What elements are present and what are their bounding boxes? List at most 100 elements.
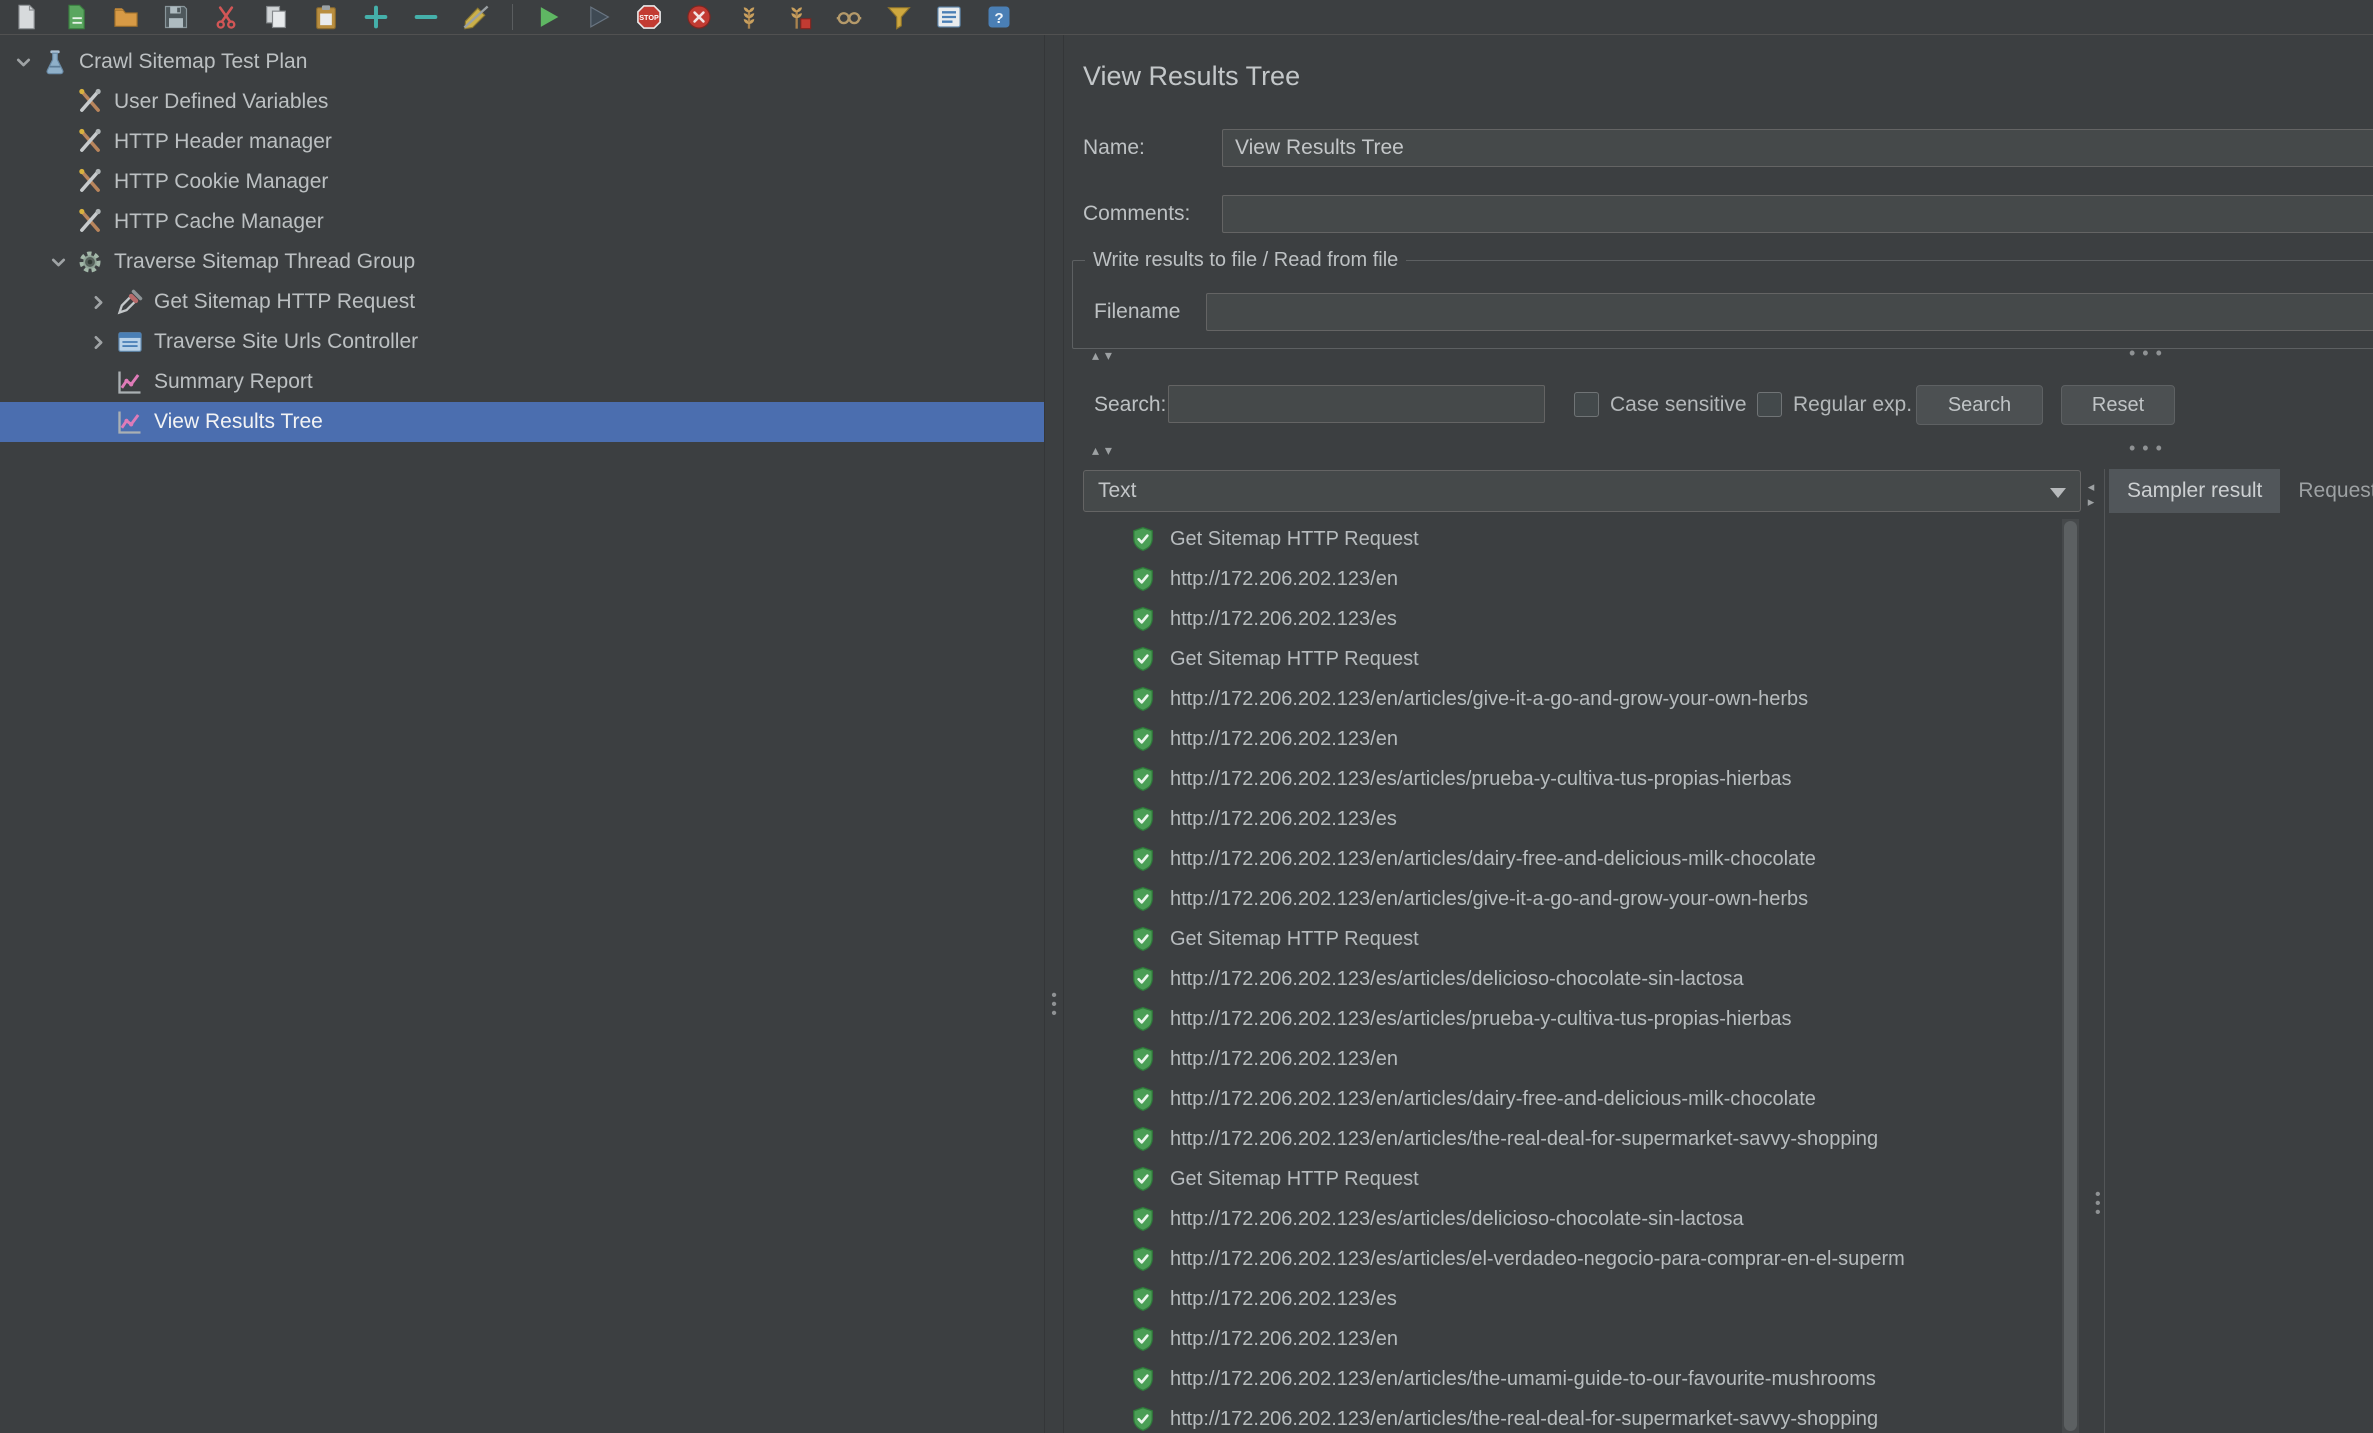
cut-icon[interactable] [212, 3, 240, 31]
result-item[interactable]: http://172.206.202.123/es/articles/el-ve… [1083, 1239, 2062, 1279]
result-item[interactable]: http://172.206.202.123/en [1083, 719, 2062, 759]
result-label: http://172.206.202.123/es/articles/delic… [1170, 968, 1744, 991]
expand-all-icon[interactable] [362, 3, 390, 31]
result-item[interactable]: http://172.206.202.123/es [1083, 599, 2062, 639]
name-input[interactable] [1222, 129, 2373, 167]
result-item[interactable]: http://172.206.202.123/es/articles/prueb… [1083, 999, 2062, 1039]
chevron-down-icon[interactable] [5, 47, 41, 77]
stop-icon[interactable]: STOP [635, 3, 663, 31]
result-item[interactable]: http://172.206.202.123/es/articles/delic… [1083, 959, 2062, 999]
templates-icon[interactable] [62, 3, 90, 31]
tab-request[interactable]: Request [2280, 469, 2373, 513]
save-icon[interactable] [162, 3, 190, 31]
result-item[interactable]: http://172.206.202.123/es [1083, 799, 2062, 839]
remote-stop-all-icon[interactable] [785, 3, 813, 31]
new-file-icon[interactable] [12, 3, 40, 31]
detail-splitter-grip-icon[interactable]: • • • [2095, 1190, 2101, 1217]
help-icon[interactable]: ? [985, 3, 1013, 31]
result-item[interactable]: http://172.206.202.123/en [1083, 1039, 2062, 1079]
comments-input[interactable] [1222, 195, 2373, 233]
reset-button[interactable]: Reset [2061, 385, 2175, 425]
name-label: Name: [1083, 129, 1145, 167]
result-item[interactable]: http://172.206.202.123/en/articles/the-r… [1083, 1119, 2062, 1159]
divider-grip-icon[interactable]: • • • [2129, 343, 2163, 364]
chevron-right-icon[interactable] [80, 327, 116, 357]
indent-spacer [40, 207, 76, 237]
results-scrollbar[interactable] [2062, 519, 2079, 1433]
result-item[interactable]: Get Sitemap HTTP Request [1083, 519, 2062, 559]
result-item[interactable]: Get Sitemap HTTP Request [1083, 639, 2062, 679]
indent-spacer [40, 127, 76, 157]
divider-grip-icon[interactable]: • • • [2129, 438, 2163, 459]
clear-icon[interactable] [885, 3, 913, 31]
result-item[interactable]: http://172.206.202.123/en/articles/the-r… [1083, 1399, 2062, 1433]
view-mode-value: Text [1098, 479, 1137, 502]
main-splitter[interactable]: • • • [1044, 35, 1064, 1433]
result-label: http://172.206.202.123/en/articles/give-… [1170, 688, 1808, 711]
shutdown-icon[interactable] [685, 3, 713, 31]
toggle-icon[interactable] [462, 3, 490, 31]
result-label: http://172.206.202.123/en/articles/the-u… [1170, 1368, 1876, 1391]
case-sensitive-checkbox[interactable] [1574, 392, 1599, 417]
search-button[interactable]: Search [1916, 385, 2043, 425]
search-input[interactable] [1168, 385, 1545, 423]
tree-item-view-results-tree[interactable]: View Results Tree [0, 402, 1044, 442]
tree-item-crawl-sitemap-test-plan[interactable]: Crawl Sitemap Test Plan [0, 42, 1044, 82]
result-item[interactable]: http://172.206.202.123/en/articles/dairy… [1083, 839, 2062, 879]
start-icon[interactable] [535, 3, 563, 31]
search-icon[interactable] [835, 3, 863, 31]
success-shield-icon [1130, 526, 1156, 552]
search-splitter[interactable]: ▴ ▾ • • • [1064, 349, 2373, 363]
collapse-all-icon[interactable] [412, 3, 440, 31]
tree-item-http-cookie-manager[interactable]: HTTP Cookie Manager [0, 162, 1044, 202]
start-no-pauses-icon[interactable] [585, 3, 613, 31]
tree-item-http-cache-manager[interactable]: HTTP Cache Manager [0, 202, 1044, 242]
success-shield-icon [1130, 1166, 1156, 1192]
config-icon [76, 88, 104, 116]
remote-start-all-icon[interactable] [735, 3, 763, 31]
scrollbar-thumb[interactable] [2064, 521, 2077, 1431]
result-item[interactable]: http://172.206.202.123/es/articles/prueb… [1083, 759, 2062, 799]
tree-item-summary-report[interactable]: Summary Report [0, 362, 1044, 402]
tab-sampler-result[interactable]: Sampler result [2109, 469, 2280, 513]
result-label: http://172.206.202.123/en/articles/dairy… [1170, 848, 1816, 871]
divider-collapse-icon[interactable]: ▴ ▾ [1092, 442, 1113, 459]
indent-spacer [40, 87, 76, 117]
result-item[interactable]: http://172.206.202.123/en/articles/give-… [1083, 879, 2062, 919]
case-sensitive-label[interactable]: Case sensitive [1610, 385, 1747, 425]
result-item[interactable]: http://172.206.202.123/es [1083, 1279, 2062, 1319]
result-item[interactable]: http://172.206.202.123/en/articles/the-u… [1083, 1359, 2062, 1399]
tree-item-http-header-manager[interactable]: HTTP Header manager [0, 122, 1044, 162]
result-item[interactable]: http://172.206.202.123/en/articles/give-… [1083, 679, 2062, 719]
regular-exp-checkbox[interactable] [1757, 392, 1782, 417]
view-mode-select[interactable]: Text [1083, 470, 2081, 512]
tree-item-user-defined-variables[interactable]: User Defined Variables [0, 82, 1044, 122]
paste-icon[interactable] [312, 3, 340, 31]
tree-item-get-sitemap-http-request[interactable]: Get Sitemap HTTP Request [0, 282, 1044, 322]
tree-item-traverse-site-urls-controller[interactable]: Traverse Site Urls Controller [0, 322, 1044, 362]
open-icon[interactable] [112, 3, 140, 31]
results-splitter[interactable]: ▴ ▾ • • • [1064, 444, 2373, 458]
success-shield-icon [1130, 766, 1156, 792]
filename-input[interactable] [1206, 293, 2373, 331]
result-label: http://172.206.202.123/en [1170, 1048, 1398, 1071]
result-item[interactable]: Get Sitemap HTTP Request [1083, 1159, 2062, 1199]
divider-collapse-icon[interactable]: ▴ ▾ [1092, 347, 1113, 364]
chevron-right-icon[interactable] [80, 287, 116, 317]
splitter-grip-icon[interactable]: • • • [1051, 991, 1057, 1018]
detail-splitter-arrows-icon[interactable]: ◂ ▸ [2083, 479, 2099, 509]
result-item[interactable]: http://172.206.202.123/en/articles/dairy… [1083, 1079, 2062, 1119]
chevron-down-icon[interactable] [40, 247, 76, 277]
regular-exp-label[interactable]: Regular exp. [1793, 385, 1912, 425]
tree-item-traverse-sitemap-thread-group[interactable]: Traverse Sitemap Thread Group [0, 242, 1044, 282]
copy-icon[interactable] [262, 3, 290, 31]
tree-item-label: HTTP Header manager [114, 130, 332, 154]
result-label: http://172.206.202.123/en/articles/the-r… [1170, 1408, 1878, 1431]
clear-all-icon[interactable] [935, 3, 963, 31]
indent-spacer [80, 407, 116, 437]
result-item[interactable]: http://172.206.202.123/en [1083, 1319, 2062, 1359]
result-item[interactable]: Get Sitemap HTTP Request [1083, 919, 2062, 959]
result-item[interactable]: http://172.206.202.123/en [1083, 559, 2062, 599]
success-shield-icon [1130, 726, 1156, 752]
result-item[interactable]: http://172.206.202.123/es/articles/delic… [1083, 1199, 2062, 1239]
